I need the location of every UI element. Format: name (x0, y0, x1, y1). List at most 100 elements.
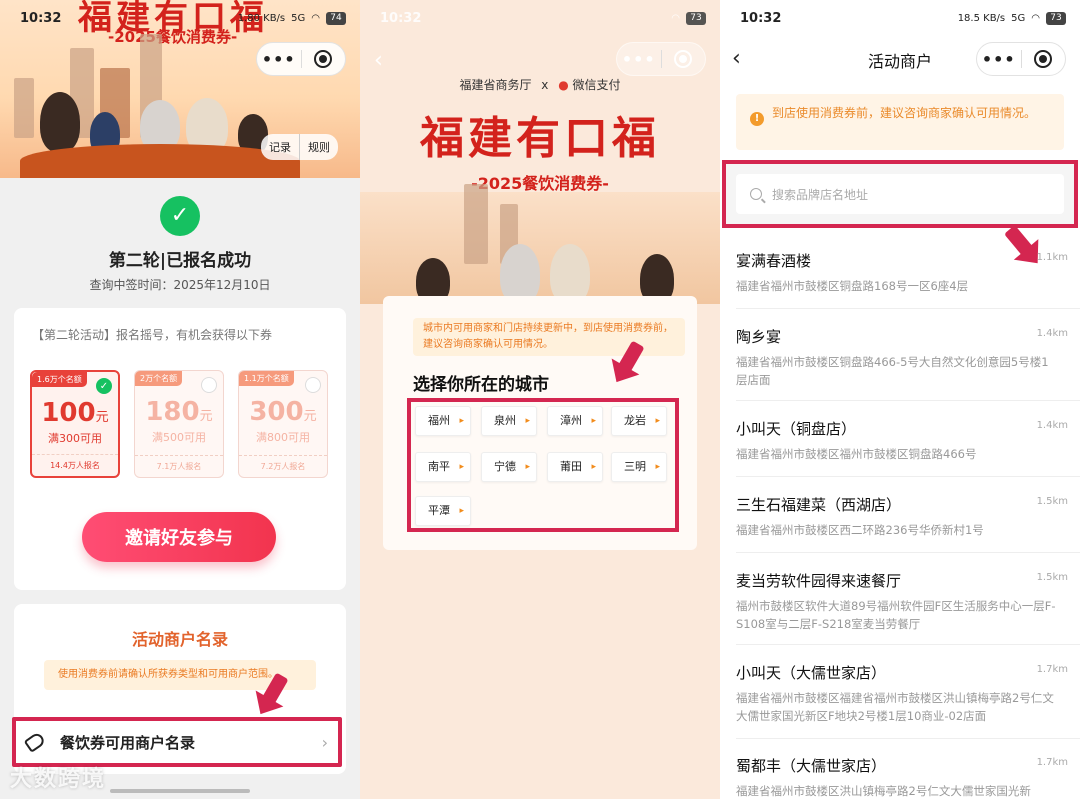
cohost-separator: x (541, 78, 549, 92)
close-miniprogram-button[interactable] (662, 50, 706, 68)
search-placeholder: 搜索品牌店名地址 (772, 187, 869, 202)
city-button[interactable]: 莆田 (547, 452, 603, 482)
check-icon: ✓ (160, 196, 200, 236)
more-icon[interactable]: ••• (617, 50, 661, 69)
city-select-heading: 选择你所在的城市 (413, 375, 549, 395)
merchant-address: 福建省福州市鼓楼区洪山镇梅亭路2号仁文大儒世家国光新 (736, 784, 1031, 798)
coupon-condition: 满300可用 (48, 432, 102, 445)
merchant-list-item[interactable]: 小叫天（大儒世家店） 1.7km 福建省福州市鼓楼区福建省福州市鼓楼区洪山镇梅亭… (736, 662, 1068, 725)
coupon-amount: 100元 (32, 398, 118, 428)
merchant-list-item[interactable]: 小叫天（铜盘店） 1.4km 福建省福州市鼓楼区福州市鼓楼区铜盘路466号 (736, 418, 1068, 463)
signal-label: 5G (291, 12, 306, 24)
coupon-value: 180 (145, 397, 200, 427)
search-icon (750, 188, 762, 200)
more-icon[interactable]: ••• (977, 50, 1021, 69)
quota-badge: 1.6万个名额 (32, 372, 87, 387)
cohost-name: 微信支付 (572, 78, 621, 92)
radio-icon (201, 377, 217, 393)
close-miniprogram-button[interactable] (302, 50, 346, 68)
merchant-list-item[interactable]: 蜀都丰（大儒世家店） 1.7km 福建省福州市鼓楼区洪山镇梅亭路2号仁文大儒世家… (736, 755, 1068, 799)
list-divider (736, 738, 1080, 739)
coupon-value: 100 (41, 398, 96, 428)
merchant-distance: 1.7km (1036, 757, 1068, 768)
city-button[interactable]: 三明 (611, 452, 667, 482)
coupon-option[interactable]: 1.6万个名额 ✓ 100元 满300可用 14.4万人报名 (30, 370, 120, 478)
net-speed: 18.5 KB/s (957, 12, 1006, 24)
city-button[interactable]: 泉州 (481, 406, 537, 436)
status-time: 10:32 (740, 10, 782, 26)
close-miniprogram-button[interactable] (1022, 50, 1066, 68)
family-illustration (550, 244, 590, 304)
status-icons: 1.80 KB/s 5G ◠ 74 (238, 11, 346, 25)
list-divider (736, 400, 1080, 401)
target-icon (1034, 50, 1053, 68)
battery-icon: 74 (326, 11, 346, 25)
battery-icon: 73 (1046, 11, 1066, 25)
coupon-value: 300 (249, 397, 304, 427)
city-button[interactable]: 宁德 (481, 452, 537, 482)
merchant-list-item[interactable]: 麦当劳软件园得来速餐厅 1.5km 福州市鼓楼区软件大道89号福州软件园F区生活… (736, 570, 1068, 633)
signal-label: 5G (1011, 12, 1026, 24)
registration-status-title: 第二轮|已报名成功 (108, 251, 252, 271)
city-grid-highlight: 福州 泉州 漳州 龙岩 南平 宁德 莆田 三明 平潭 (407, 398, 679, 532)
merchant-address: 福州市鼓楼区软件大道89号福州软件园F区生活服务中心一层F-S108室与二层F-… (736, 599, 1056, 631)
merchant-distance: 1.5km (1036, 496, 1068, 507)
merchant-list-item[interactable]: 宴满春酒楼 1.1km 福建省福州市鼓楼区铜盘路168号一区6座4层 (736, 250, 1068, 295)
search-input[interactable]: 搜索品牌店名地址 (736, 174, 1064, 214)
target-icon (314, 50, 333, 68)
family-dinner-illustration (360, 184, 720, 304)
city-button[interactable]: 漳州 (547, 406, 603, 436)
radio-icon (305, 377, 321, 393)
wifi-icon: ◠ (1031, 12, 1040, 24)
merchant-distance: 1.5km (1036, 572, 1068, 583)
mini-program-capsule: ••• (976, 42, 1066, 76)
quota-badge: 1.1万个名额 (239, 371, 294, 386)
event-subtitle: -2025餐饮消费券- (471, 174, 609, 193)
rules-link[interactable]: 规则 (299, 134, 338, 160)
city-button[interactable]: 福州 (415, 406, 471, 436)
mini-program-capsule: ••• (616, 42, 706, 76)
dining-merchant-list-button[interactable]: 餐饮券可用商户名录 › (12, 717, 342, 767)
banner-links: 记录 规则 (261, 134, 338, 160)
city-button[interactable]: 龙岩 (611, 406, 667, 436)
invite-friends-button[interactable]: 邀请好友参与 (82, 512, 276, 562)
lottery-time: 查询中签时间：2025年12月10日 (89, 278, 271, 292)
merchant-list-item[interactable]: 陶乡宴 1.4km 福建省福州市鼓楼区铜盘路466-5号大自然文化创意园5号楼1… (736, 326, 1068, 389)
city-button[interactable]: 南平 (415, 452, 471, 482)
signup-count: 14.4万人报名 (32, 454, 118, 476)
merchant-name: 陶乡宴 (736, 328, 782, 346)
back-icon[interactable]: ‹ (374, 48, 383, 73)
status-time: 10:32 (380, 10, 422, 26)
search-highlight: 搜索品牌店名地址 (722, 160, 1078, 228)
tag-icon (23, 731, 47, 753)
pagoda-art (464, 184, 488, 264)
update-note: 城市内可用商家和门店持续更新中，到店使用消费券前，建议咨询商家确认可用情况。 (413, 318, 685, 356)
battery-icon: 73 (686, 11, 706, 25)
tip-text: 到店使用消费券前，建议咨询商家确认可用情况。 (772, 106, 1037, 120)
merchant-list-item[interactable]: 三生石福建菜（西湖店） 1.5km 福建省福州市鼓楼区西二环路236号华侨新村1… (736, 494, 1068, 539)
cohost-header: 福建省商务厅 x ● 微信支付 (360, 76, 720, 93)
host-name: 福建省商务厅 (459, 78, 532, 92)
merchant-distance: 1.4km (1036, 328, 1068, 339)
mini-program-capsule: ••• (256, 42, 346, 76)
event-logo: 福建有口福 (420, 113, 660, 164)
merchant-address: 福建省福州市鼓楼区西二环路236号华侨新村1号 (736, 523, 984, 537)
list-divider (736, 552, 1080, 553)
status-time: 10:32 (20, 10, 62, 26)
merchant-distance: 1.4km (1036, 420, 1068, 431)
family-illustration (500, 244, 540, 304)
coupon-condition: 满500可用 (152, 431, 206, 444)
selected-check-icon: ✓ (96, 378, 112, 394)
merchant-name: 宴满春酒楼 (736, 252, 812, 270)
coupon-option[interactable]: 1.1万个名额 300元 满800可用 7.2万人报名 (238, 370, 328, 478)
info-icon: ! (750, 112, 764, 126)
coupon-option[interactable]: 2万个名额 180元 满500可用 7.1万人报名 (134, 370, 224, 478)
merchant-name: 蜀都丰（大儒世家店） (736, 757, 887, 775)
city-button[interactable]: 平潭 (415, 496, 471, 526)
wechat-pay-icon: ● (558, 78, 569, 92)
coupon-card: 【第二轮活动】报名摇号，有机会获得以下券 1.6万个名额 ✓ 100元 满300… (14, 308, 346, 590)
records-link[interactable]: 记录 (261, 134, 299, 160)
merchant-address: 福建省福州市鼓楼区铜盘路466-5号大自然文化创意园5号楼1层店面 (736, 355, 1049, 387)
merchant-address: 福建省福州市鼓楼区福州市鼓楼区铜盘路466号 (736, 447, 977, 461)
more-icon[interactable]: ••• (257, 50, 301, 69)
